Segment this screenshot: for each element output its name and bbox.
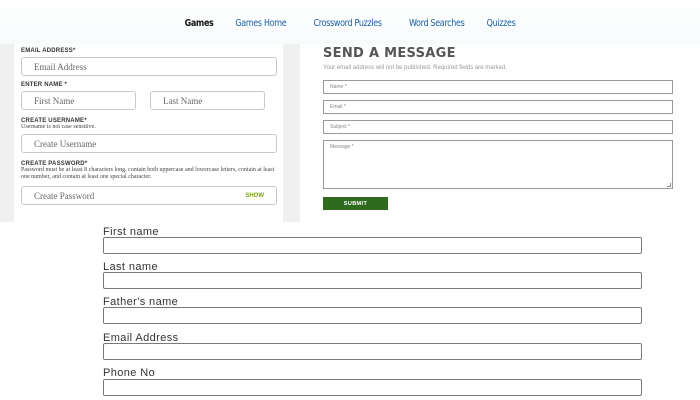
fathers-name-field[interactable] <box>103 307 642 324</box>
phone-no-label: Phone No <box>103 367 156 379</box>
contact-title: SEND A MESSAGE <box>323 46 456 61</box>
signup-email-input[interactable]: Email Address <box>21 57 277 76</box>
first-name-input[interactable]: First Name <box>21 91 136 110</box>
phone-no-field[interactable] <box>103 379 642 396</box>
contact-name-placeholder: Name * <box>330 84 347 90</box>
contact-subject-input[interactable]: Subject * <box>323 120 673 134</box>
show-password-toggle[interactable]: SHOW <box>245 193 264 199</box>
contact-note: Your email address will not be published… <box>323 65 507 71</box>
top-navigation: Games Games Home Crossword Puzzles Word … <box>0 0 700 44</box>
contact-message-placeholder: Message * <box>330 144 354 150</box>
password-input[interactable]: Create Password SHOW <box>21 186 277 205</box>
last-name-input[interactable]: Last Name <box>150 91 265 110</box>
nav-link-crossword-puzzles[interactable]: Crossword Puzzles <box>313 16 381 29</box>
username-input[interactable]: Create Username <box>21 134 277 153</box>
password-note: Password must be at least 8 characters l… <box>21 167 275 180</box>
first-name-field[interactable] <box>103 237 642 254</box>
nav-link-games-home[interactable]: Games Home <box>235 16 286 29</box>
contact-email-input[interactable]: Email * <box>323 100 673 114</box>
signup-email-placeholder: Email Address <box>34 61 87 72</box>
contact-name-input[interactable]: Name * <box>323 80 673 94</box>
contact-form: SEND A MESSAGE Your email address will n… <box>323 46 673 216</box>
username-placeholder: Create Username <box>34 138 97 149</box>
name-label: ENTER NAME * <box>21 82 68 88</box>
nav-link-word-searches[interactable]: Word Searches <box>409 16 465 29</box>
email-address-field[interactable] <box>103 343 642 360</box>
contact-email-placeholder: Email * <box>330 104 346 110</box>
nav-link-quizzes[interactable]: Quizzes <box>487 16 516 29</box>
resize-grip-icon[interactable] <box>667 183 671 187</box>
last-name-field[interactable] <box>103 272 642 289</box>
name-row: First Name Last Name <box>21 91 277 110</box>
email-label: EMAIL ADDRESS* <box>21 48 76 54</box>
contact-subject-placeholder: Subject * <box>330 124 351 130</box>
last-name-placeholder: Last Name <box>163 95 203 106</box>
password-placeholder: Create Password <box>34 190 95 201</box>
signup-form: EMAIL ADDRESS* Email Address ENTER NAME … <box>14 44 283 222</box>
contact-message-textarea[interactable]: Message * <box>323 140 673 189</box>
first-name-placeholder: First Name <box>34 95 75 106</box>
submit-button[interactable]: SUBMIT <box>323 197 388 210</box>
username-note: Username is not case sensitive. <box>21 124 96 130</box>
nav-link-games[interactable]: Games <box>184 16 213 29</box>
